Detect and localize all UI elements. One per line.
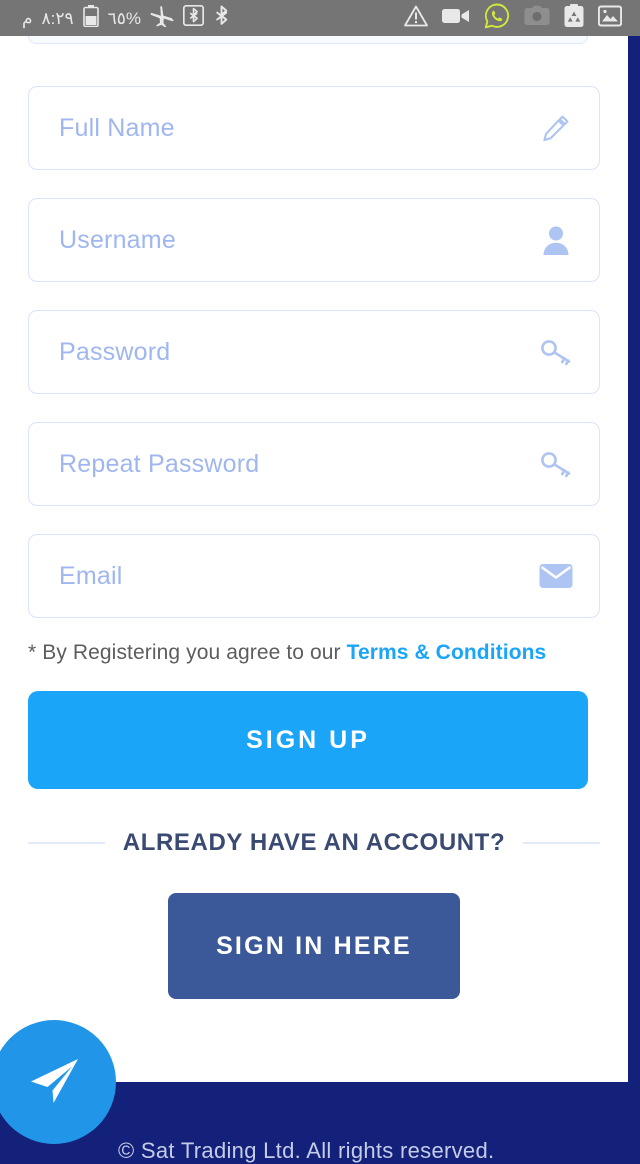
password-field[interactable]: Password: [28, 310, 600, 394]
warning-icon: [404, 5, 428, 32]
person-icon: [539, 223, 573, 257]
copyright-text: © Sat Trading Ltd. All rights reserved.: [118, 1138, 495, 1163]
email-placeholder: Email: [59, 561, 123, 590]
terms-prefix-text: * By Registering you agree to our: [28, 641, 347, 664]
repeat-password-field[interactable]: Repeat Password: [28, 422, 600, 506]
signup-form: Full Name Username Password Repeat Passw…: [0, 86, 628, 1000]
camera-icon: [524, 5, 550, 31]
username-placeholder: Username: [59, 225, 176, 254]
repeat-password-placeholder: Repeat Password: [59, 449, 260, 478]
full-name-placeholder: Full Name: [59, 113, 175, 142]
battery-icon: [82, 4, 99, 32]
password-placeholder: Password: [59, 337, 171, 366]
full-name-field[interactable]: Full Name: [28, 86, 600, 170]
recycle-clipboard-icon: [564, 3, 584, 33]
divider-line-left: [28, 842, 105, 845]
divider-line-right: [523, 842, 600, 845]
envelope-icon: [539, 559, 573, 593]
send-paper-plane-icon: [23, 1049, 85, 1116]
whatsapp-icon: [484, 3, 510, 34]
username-field[interactable]: Username: [28, 198, 600, 282]
status-bar: م ٨:٢٩ ٦٥%: [0, 0, 640, 36]
page-right-edge: [628, 36, 640, 1138]
bluetooth-icon: [213, 5, 231, 32]
status-bar-left: م ٨:٢٩ ٦٥%: [10, 4, 231, 32]
video-camera-icon: [442, 7, 470, 30]
battery-percent-label: ٦٥%: [107, 8, 142, 28]
bluetooth-box-icon: [182, 4, 205, 31]
clock-label: ٨:٢٩: [41, 8, 74, 28]
meridiem-label: م: [22, 8, 33, 28]
signup-page: Full Name Username Password Repeat Passw…: [0, 36, 628, 1138]
airplane-mode-icon: [150, 5, 174, 32]
gallery-icon: [597, 5, 623, 32]
key-icon: [539, 335, 573, 369]
key-icon: [539, 447, 573, 481]
sign-in-button-wrap: SIGN IN HERE: [0, 893, 628, 1000]
sign-up-button[interactable]: SIGN UP: [28, 691, 588, 790]
already-have-account-divider: ALREADY HAVE AN ACCOUNT?: [28, 829, 600, 857]
email-field[interactable]: Email: [28, 534, 600, 618]
status-bar-right: [404, 3, 630, 34]
pencil-icon: [539, 111, 573, 145]
divider-label: ALREADY HAVE AN ACCOUNT?: [122, 829, 506, 857]
terms-and-conditions-link[interactable]: Terms & Conditions: [347, 641, 547, 664]
terms-notice: * By Registering you agree to our Terms …: [28, 640, 600, 665]
scrolled-card-remnant: [28, 36, 588, 44]
sign-in-here-button[interactable]: SIGN IN HERE: [168, 893, 460, 1000]
